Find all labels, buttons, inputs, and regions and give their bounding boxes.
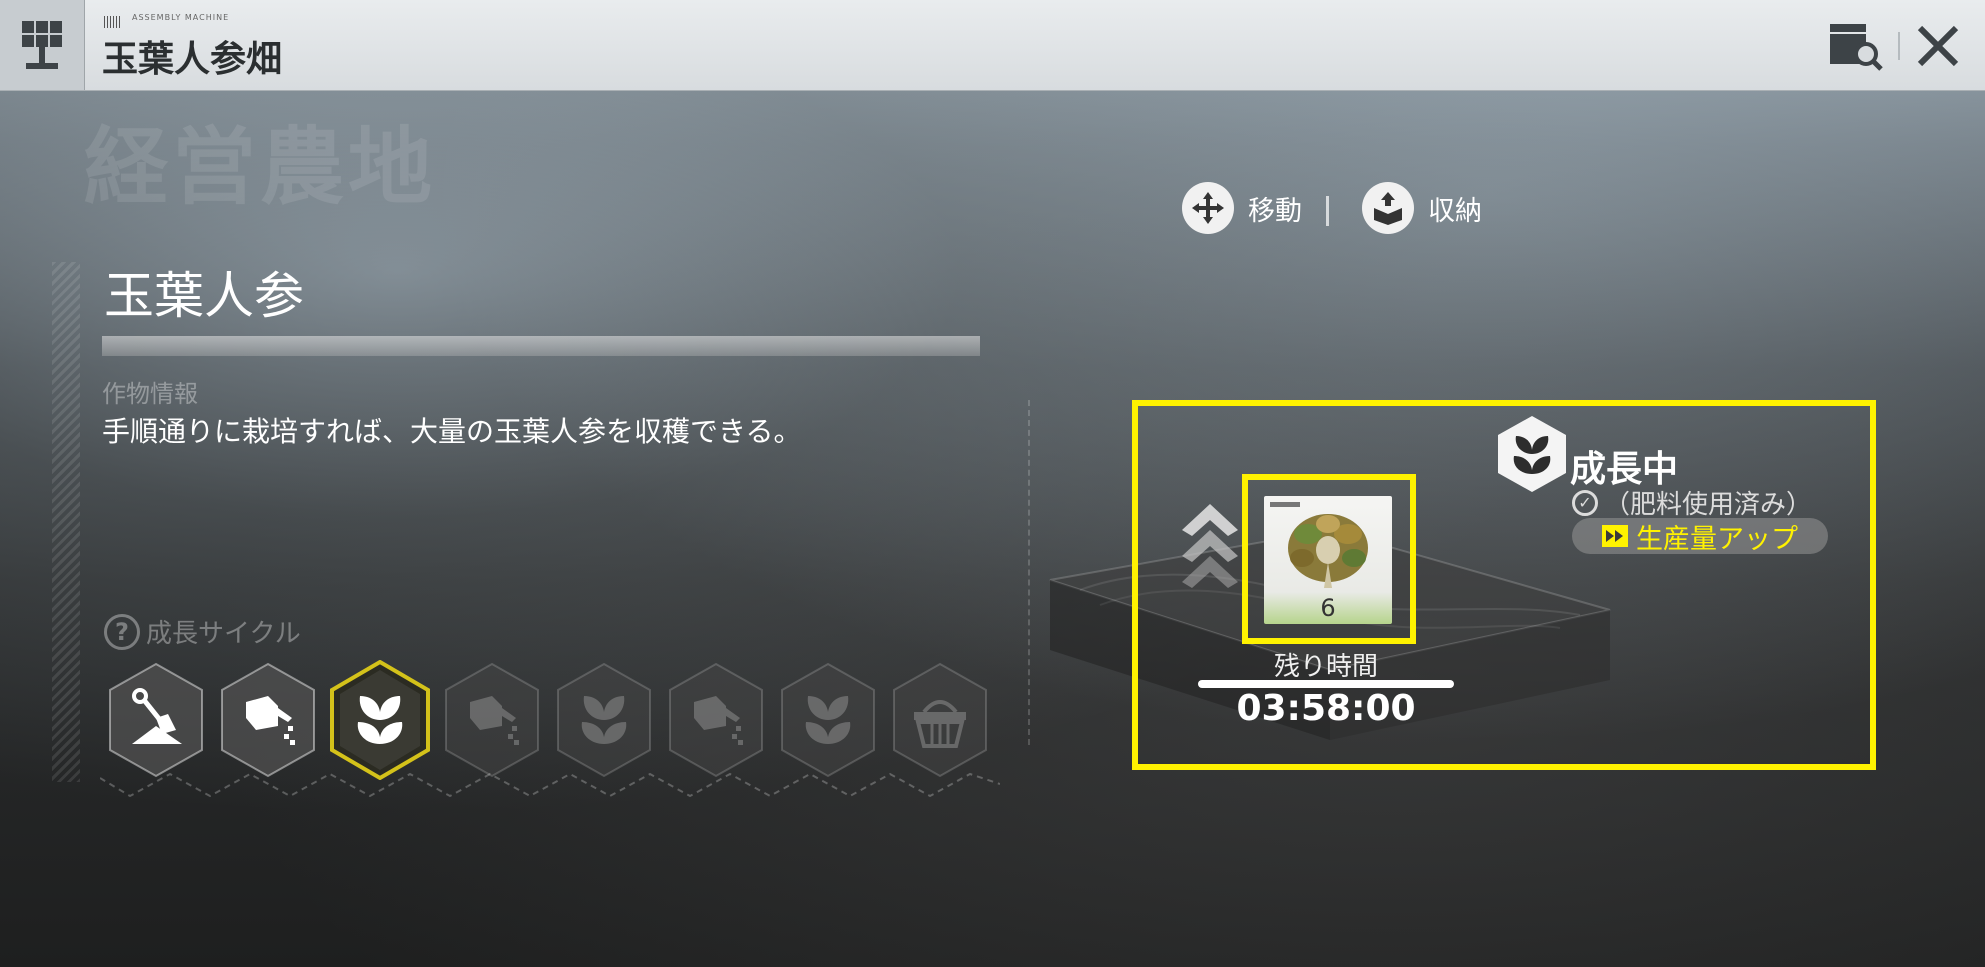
item-count: 6 — [1320, 594, 1336, 622]
assembly-label: ASSEMBLY MACHINE — [132, 13, 230, 22]
inspect-icon — [1830, 24, 1883, 71]
dashed-divider — [1028, 400, 1030, 745]
panel-stripe-decoration — [52, 262, 80, 782]
production-boost-label: 生産量アップ — [1636, 523, 1798, 555]
toolbar-divider — [1898, 32, 1900, 60]
growing-status-icon — [1498, 416, 1566, 492]
close-button[interactable] — [1912, 20, 1964, 72]
action-separator — [1326, 196, 1329, 226]
remaining-time-label: 残り時間 — [1273, 652, 1378, 682]
growth-cycle-help[interactable]: ? 成長サイクル — [104, 613, 301, 650]
move-icon — [1182, 182, 1234, 234]
remaining-time-bar — [1198, 680, 1454, 688]
fertilizer-status-label: （肥料使用済み） — [1604, 490, 1813, 520]
farm-menu-button[interactable] — [0, 0, 85, 90]
store-action[interactable]: 収納 — [1362, 182, 1482, 234]
ginseng-icon — [1288, 514, 1368, 588]
top-bar: ASSEMBLY MACHINE 玉葉人参畑 — [0, 0, 1985, 91]
move-action[interactable]: 移動 — [1182, 182, 1302, 234]
name-underline-bar — [102, 336, 980, 356]
production-boost-badge: 生産量アップ — [1572, 518, 1828, 555]
farm-icon — [22, 21, 62, 69]
check-icon: ✓ — [1572, 489, 1598, 516]
help-icon: ? — [104, 613, 140, 650]
crop-name: 玉葉人参 — [104, 267, 304, 325]
page-title: 玉葉人参畑 — [102, 39, 283, 80]
crop-info-label: 作物情報 — [102, 380, 198, 408]
growth-cycle-label: 成長サイクル — [146, 619, 301, 649]
store-icon — [1362, 182, 1414, 234]
fertilizer-status: ✓ （肥料使用済み） — [1572, 484, 1812, 521]
barcode-decoration — [104, 16, 122, 28]
growth-cycle-steps — [100, 660, 1000, 800]
close-icon — [1917, 25, 1959, 67]
store-label: 収納 — [1428, 195, 1482, 227]
remaining-time-value: 03:58:00 — [1236, 688, 1416, 729]
harvest-item-card[interactable]: 6 — [1264, 496, 1392, 624]
background-watermark: 経営農地 — [84, 118, 437, 216]
move-label: 移動 — [1248, 195, 1302, 227]
crop-description: 手順通りに栽培すれば、大量の玉葉人参を収穫できる。 — [102, 415, 802, 448]
cycle-baseline — [100, 772, 1000, 798]
level-up-chevrons-icon — [1182, 504, 1238, 588]
fast-forward-icon — [1602, 525, 1628, 547]
inspect-button[interactable] — [1826, 20, 1886, 72]
